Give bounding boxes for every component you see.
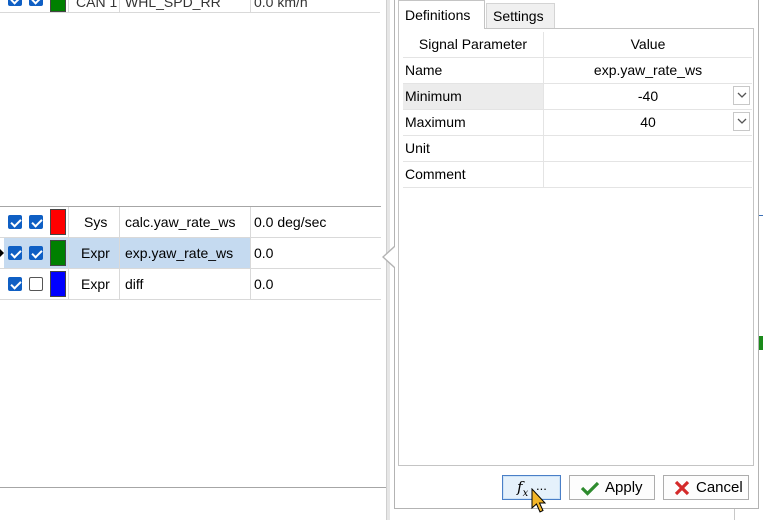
signal-name: diff (125, 276, 144, 292)
function-icon: fx (517, 478, 529, 499)
header-signal-parameter: Signal Parameter (403, 32, 544, 57)
signal-row-partial[interactable]: CAN 1 WHL_SPD_RR 0.0 km/h (0, 0, 380, 13)
param-row-comment[interactable]: Comment (403, 162, 752, 188)
table-row[interactable]: Expr exp.yaw_rate_ws 0.0 (0, 238, 381, 269)
maximum-value[interactable]: 40 (640, 114, 656, 130)
param-label: Name (403, 58, 544, 83)
axis-checkbox[interactable] (29, 215, 43, 229)
param-label: Unit (403, 136, 544, 161)
signal-name: calc.yaw_rate_ws (125, 214, 236, 230)
apply-label: Apply (605, 479, 643, 496)
signal-type: Expr (81, 276, 110, 292)
minimum-dropdown-button[interactable] (733, 86, 750, 105)
param-value-name[interactable]: exp.yaw_rate_ws (544, 58, 752, 83)
signal-value: 0.0 (254, 276, 274, 292)
apply-button[interactable]: Apply (569, 475, 655, 500)
axis-checkbox[interactable] (29, 0, 43, 6)
tab-settings[interactable]: Settings (486, 3, 555, 28)
param-row-name[interactable]: Name exp.yaw_rate_ws (403, 58, 752, 84)
param-row-unit[interactable]: Unit (403, 136, 752, 162)
param-label: Minimum (403, 84, 544, 109)
signal-value: 0.0 km/h (254, 0, 308, 10)
signal-value: 0.0 (254, 245, 274, 261)
current-row-indicator-icon (0, 249, 4, 257)
param-value-maximum[interactable]: 40 (544, 110, 752, 135)
signal-properties-popup: Definitions Settings Signal Parameter Va… (394, 0, 759, 513)
param-row-minimum[interactable]: Minimum -40 (403, 84, 752, 110)
visibility-checkbox[interactable] (8, 277, 22, 291)
color-swatch[interactable] (50, 209, 66, 235)
param-value-minimum[interactable]: -40 (544, 84, 752, 109)
signal-table: Sys calc.yaw_rate_ws 0.0 deg/sec Expr ex… (0, 206, 381, 300)
signal-name: WHL_SPD_RR (125, 0, 221, 10)
parameter-grid: Signal Parameter Value Name exp.yaw_rate… (403, 32, 752, 188)
color-swatch[interactable] (50, 240, 66, 266)
maximum-dropdown-button[interactable] (733, 112, 750, 131)
x-icon (674, 480, 690, 496)
param-label: Maximum (403, 110, 544, 135)
param-row-maximum[interactable]: Maximum 40 (403, 110, 752, 136)
checkmark-icon (580, 481, 600, 496)
cancel-button[interactable]: Cancel (663, 475, 749, 500)
chevron-down-icon (737, 118, 747, 124)
cancel-label: Cancel (696, 479, 743, 496)
cursor-icon (531, 488, 547, 513)
signal-type: Expr (81, 245, 110, 261)
visibility-checkbox[interactable] (8, 215, 22, 229)
header-value: Value (630, 36, 666, 52)
signal-type: Sys (84, 214, 108, 230)
color-swatch[interactable] (50, 271, 66, 297)
color-swatch[interactable] (50, 0, 66, 12)
signal-source: CAN 1 (76, 0, 118, 10)
minimum-value[interactable]: -40 (638, 88, 658, 104)
chevron-down-icon (737, 92, 747, 98)
visibility-checkbox[interactable] (8, 0, 22, 6)
table-row[interactable]: Expr diff 0.0 (0, 269, 381, 300)
table-row[interactable]: Sys calc.yaw_rate_ws 0.0 deg/sec (0, 207, 381, 238)
param-value-comment[interactable] (544, 162, 752, 187)
grid-header: Signal Parameter Value (403, 32, 752, 58)
visibility-checkbox[interactable] (8, 246, 22, 260)
axis-checkbox[interactable] (29, 246, 43, 260)
tab-definitions[interactable]: Definitions (398, 0, 485, 29)
axis-checkbox[interactable] (29, 277, 43, 291)
definitions-panel: Signal Parameter Value Name exp.yaw_rate… (398, 28, 754, 466)
signal-value: 0.0 deg/sec (254, 214, 327, 230)
param-value-unit[interactable] (544, 136, 752, 161)
signal-name: exp.yaw_rate_ws (125, 245, 234, 261)
param-label: Comment (403, 162, 544, 187)
popup-pointer-fill (384, 247, 395, 267)
divider (0, 487, 387, 488)
